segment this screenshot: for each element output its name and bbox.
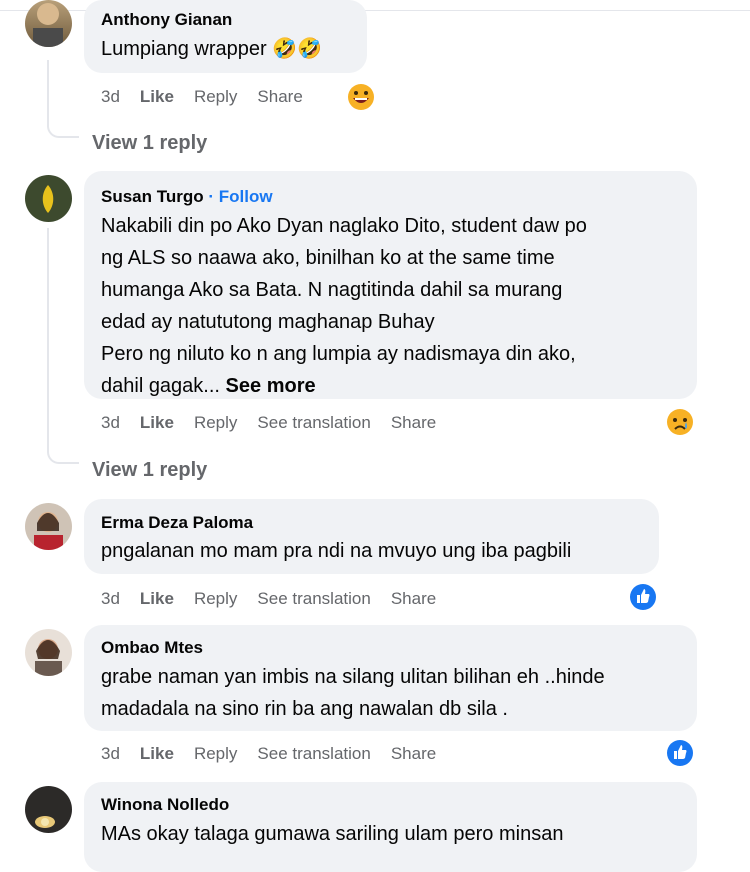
comment-text: MAs okay talaga gumawa sariling ulam per… [101, 823, 564, 845]
see-translation-link[interactable]: See translation [257, 744, 370, 764]
avatar[interactable] [25, 0, 72, 47]
share-button[interactable]: Share [391, 589, 436, 609]
sad-emoji-icon[interactable] [666, 408, 694, 436]
see-translation-link[interactable]: See translation [257, 413, 370, 433]
timestamp[interactable]: 3d [101, 87, 120, 107]
timestamp[interactable]: 3d [101, 413, 120, 433]
comment-text: Lumpiang wrapper 🤣🤣 [101, 38, 323, 60]
like-button[interactable]: Like [140, 413, 174, 433]
profile-photo [35, 639, 62, 676]
view-replies-link[interactable]: View 1 reply [92, 459, 207, 482]
grin-emoji-icon[interactable] [347, 83, 375, 111]
share-button[interactable]: Share [391, 744, 436, 764]
reply-button[interactable]: Reply [194, 589, 237, 609]
like-button[interactable]: Like [140, 87, 174, 107]
comment-author[interactable]: Anthony Gianan [101, 10, 232, 30]
like-button[interactable]: Like [140, 744, 174, 764]
comment-actions: 3d Like Reply See translation Share [101, 744, 456, 764]
timestamp[interactable]: 3d [101, 744, 120, 764]
see-more-link[interactable]: See more [226, 375, 316, 397]
reply-button[interactable]: Reply [194, 744, 237, 764]
profile-photo [34, 512, 63, 550]
follow-link[interactable]: · Follow [208, 187, 272, 206]
comment-author[interactable]: Susan Turgo · Follow [101, 187, 273, 207]
comment-bubble: Ombao Mtes grabe naman yan imbis na sila… [84, 625, 697, 731]
avatar[interactable] [25, 786, 72, 833]
avatar[interactable] [25, 175, 72, 222]
comment-text: Nakabili din po Ako Dyan naglako Dito, s… [101, 215, 587, 397]
like-icon[interactable] [666, 739, 694, 767]
comment-bubble: Winona Nolledo MAs okay talaga gumawa sa… [84, 782, 697, 872]
comment-actions: 3d Like Reply See translation Share [101, 413, 456, 433]
timestamp[interactable]: 3d [101, 589, 120, 609]
reply-thread-line [47, 60, 79, 138]
comment-actions: 3d Like Reply See translation Share [101, 589, 456, 609]
comment-author[interactable]: Winona Nolledo [101, 795, 229, 815]
avatar[interactable] [25, 629, 72, 676]
reply-button[interactable]: Reply [194, 87, 237, 107]
profile-photo [35, 816, 55, 828]
view-replies-link[interactable]: View 1 reply [92, 132, 207, 155]
comment-author[interactable]: Erma Deza Paloma [101, 513, 253, 533]
comment-bubble: Erma Deza Paloma pngalanan mo mam pra nd… [84, 499, 659, 574]
comment-text: pngalanan mo mam pra ndi na mvuyo ung ib… [101, 540, 572, 562]
like-icon[interactable] [629, 583, 657, 611]
comment-bubble: Anthony Gianan Lumpiang wrapper 🤣🤣 [84, 0, 367, 73]
comment-actions: 3d Like Reply Share [101, 87, 323, 107]
comment-author[interactable]: Ombao Mtes [101, 638, 203, 658]
comment-text: grabe naman yan imbis na silang ulitan b… [101, 666, 605, 720]
reply-thread-line [47, 228, 79, 464]
share-button[interactable]: Share [391, 413, 436, 433]
reply-button[interactable]: Reply [194, 413, 237, 433]
share-button[interactable]: Share [257, 87, 302, 107]
profile-photo [33, 3, 63, 47]
profile-photo [42, 185, 54, 213]
avatar[interactable] [25, 503, 72, 550]
see-translation-link[interactable]: See translation [257, 589, 370, 609]
like-button[interactable]: Like [140, 589, 174, 609]
comment-bubble: Susan Turgo · Follow Nakabili din po Ako… [84, 171, 697, 399]
